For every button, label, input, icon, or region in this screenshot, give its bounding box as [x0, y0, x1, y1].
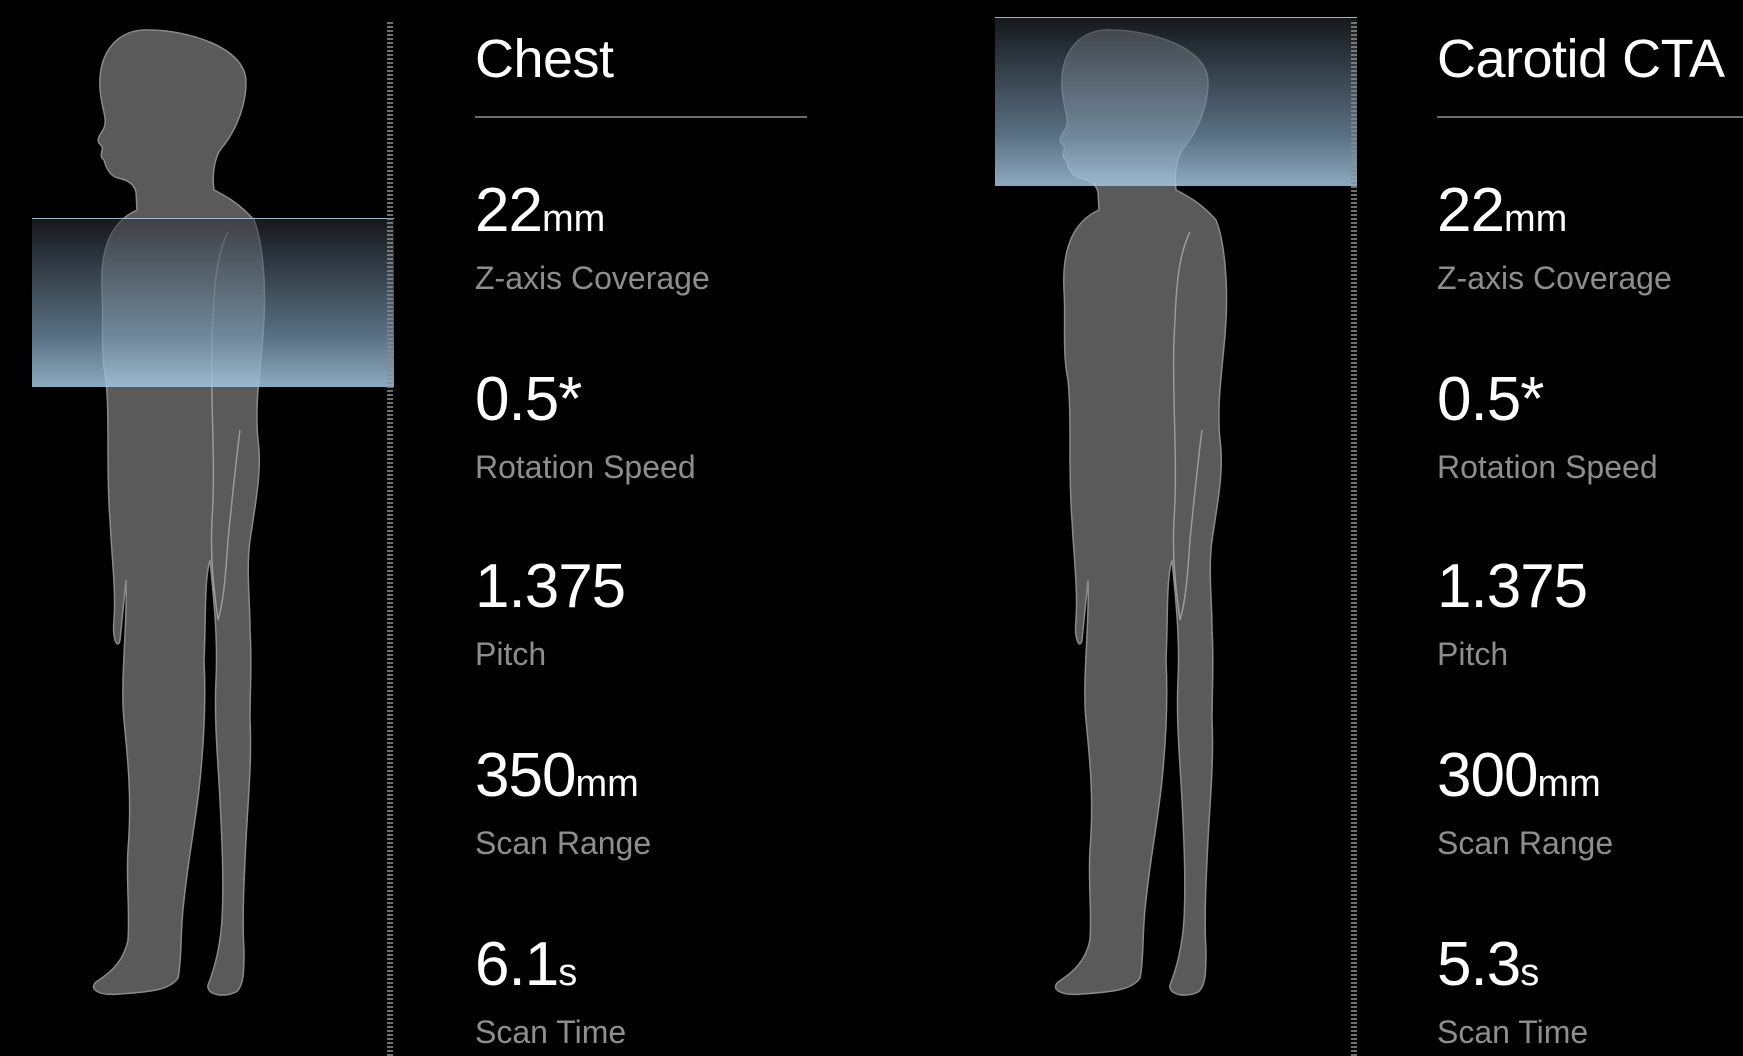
stat-value: 1.375: [1437, 552, 1588, 621]
stat-value: 0.5*: [475, 365, 582, 434]
stat-rotation-speed: 0.5* Rotation Speed: [475, 369, 696, 486]
stat-value: 0.5*: [1437, 365, 1544, 434]
stat-z-axis-coverage: 22mm Z-axis Coverage: [475, 180, 710, 297]
panel-carotid-cta: Carotid CTA 22mm Z-axis Coverage 0.5* Ro…: [962, 0, 1743, 1056]
panel-chest: Chest 22mm Z-axis Coverage 0.5* Rotation…: [0, 0, 860, 1056]
stat-value: 6.1: [475, 930, 559, 999]
stat-value: 300: [1437, 741, 1538, 810]
stat-value: 22: [475, 176, 543, 245]
stat-value: 1.375: [475, 552, 626, 621]
stat-scan-time: 5.3s Scan Time: [1437, 934, 1588, 1051]
stat-value: 22: [1437, 176, 1505, 245]
protocol-title: Chest: [475, 29, 614, 89]
title-rule: [475, 116, 807, 118]
stat-label: Scan Range: [1437, 825, 1614, 861]
scan-region-band: [995, 17, 1357, 186]
stat-unit: s: [1520, 952, 1540, 994]
stat-label: Pitch: [1437, 636, 1509, 672]
stat-label: Scan Time: [1437, 1014, 1589, 1050]
stat-unit: mm: [1537, 763, 1601, 805]
stat-label: Rotation Speed: [475, 449, 696, 485]
body-silhouette: [92, 29, 266, 996]
divider-line: [387, 22, 393, 1056]
stat-scan-time: 6.1s Scan Time: [475, 934, 626, 1051]
stat-z-axis-coverage: 22mm Z-axis Coverage: [1437, 180, 1672, 297]
stat-scan-range: 350mm Scan Range: [475, 745, 651, 862]
title-rule: [1437, 116, 1743, 118]
stat-value: 350: [475, 741, 576, 810]
stat-label: Z-axis Coverage: [475, 260, 710, 296]
stat-scan-range: 300mm Scan Range: [1437, 745, 1613, 862]
scan-region-band: [32, 218, 394, 387]
stat-unit: mm: [1503, 198, 1568, 240]
stat-unit: s: [558, 952, 578, 994]
stat-pitch: 1.375 Pitch: [475, 556, 626, 673]
stat-label: Scan Range: [475, 825, 652, 861]
stat-value: 5.3: [1437, 930, 1521, 999]
stat-unit: mm: [575, 763, 639, 805]
stat-unit: mm: [541, 198, 606, 240]
divider-line: [1351, 22, 1357, 1056]
stat-label: Scan Time: [475, 1014, 627, 1050]
protocol-title: Carotid CTA: [1437, 29, 1725, 89]
stat-label: Pitch: [475, 636, 547, 672]
stat-pitch: 1.375 Pitch: [1437, 556, 1588, 673]
stat-rotation-speed: 0.5* Rotation Speed: [1437, 369, 1658, 486]
stat-label: Rotation Speed: [1437, 449, 1658, 485]
stat-label: Z-axis Coverage: [1437, 260, 1672, 296]
